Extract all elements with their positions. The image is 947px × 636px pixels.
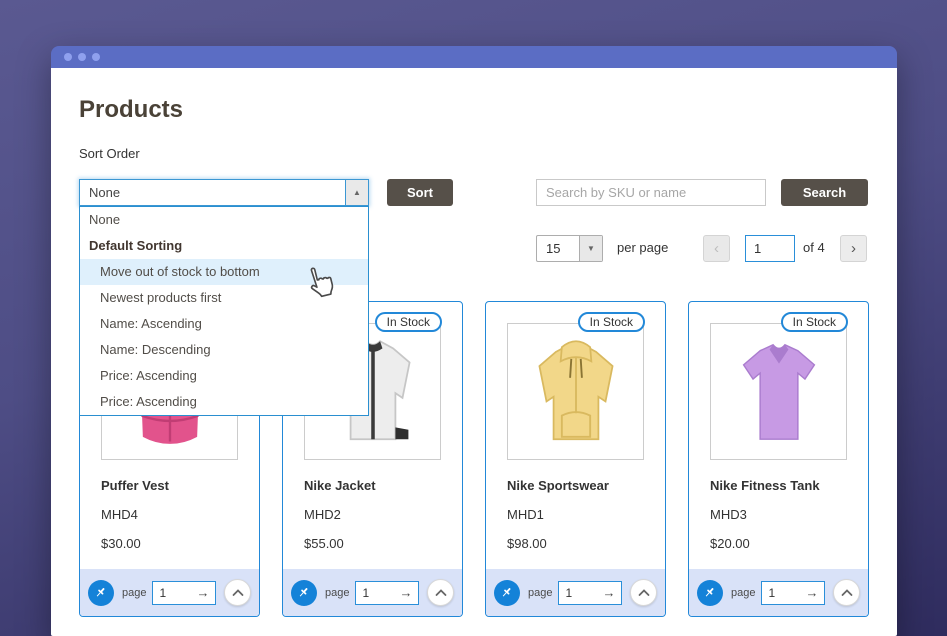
footer-page-input[interactable]: 1 → (558, 581, 622, 605)
yellow-hoodie-image (517, 333, 635, 451)
app-window: Products Sort Order None ▲ Sort Search 1… (51, 46, 897, 636)
purple-tshirt-image (720, 333, 838, 451)
product-sku: MHD1 (507, 507, 544, 522)
footer-page-value: 1 (159, 586, 166, 600)
product-image (507, 323, 644, 460)
chevron-down-icon[interactable]: ▼ (579, 236, 602, 261)
page-title: Products (79, 96, 183, 124)
go-arrow-icon[interactable]: → (196, 586, 209, 599)
chevron-up-icon (841, 589, 853, 597)
sort-option[interactable]: Name: Ascending (80, 311, 368, 337)
card-footer: page 1 → (283, 569, 462, 616)
card-footer: page 1 → (689, 569, 868, 616)
product-card: In Stock Nike Sportswear MHD1 $98.00 (485, 301, 666, 617)
status-badge: In Stock (781, 312, 848, 332)
sort-order-select[interactable]: None ▲ (79, 179, 369, 206)
sort-button[interactable]: Sort (387, 179, 453, 206)
pushpin-icon (703, 586, 717, 600)
product-price: $98.00 (507, 536, 547, 551)
per-page-label: per page (617, 240, 668, 255)
search-input[interactable] (536, 179, 766, 206)
window-control-dot[interactable] (78, 53, 86, 61)
sort-option[interactable]: Price: Ascending (80, 389, 368, 415)
per-page-value: 15 (546, 236, 560, 261)
pushpin-button[interactable] (88, 580, 114, 606)
next-page-button[interactable]: › (840, 235, 867, 262)
footer-page-label: page (122, 587, 146, 599)
footer-page-label: page (731, 587, 755, 599)
footer-page-value: 1 (565, 586, 572, 600)
window-control-dot[interactable] (92, 53, 100, 61)
page-number-input[interactable] (745, 235, 795, 262)
footer-page-input[interactable]: 1 → (355, 581, 419, 605)
product-price: $55.00 (304, 536, 344, 551)
product-sku: MHD3 (710, 507, 747, 522)
chevron-up-icon (435, 589, 447, 597)
sort-options-dropdown: None Default Sorting Move out of stock t… (79, 206, 369, 416)
sort-option[interactable]: None (80, 207, 368, 233)
total-pages-label: of 4 (803, 240, 825, 255)
go-arrow-icon[interactable]: → (805, 586, 818, 599)
product-name: Nike Jacket (304, 478, 376, 493)
card-footer: page 1 → (80, 569, 259, 616)
product-name: Puffer Vest (101, 478, 169, 493)
go-arrow-icon[interactable]: → (602, 586, 615, 599)
footer-page-label: page (325, 587, 349, 599)
product-image (710, 323, 847, 460)
footer-page-input[interactable]: 1 → (761, 581, 825, 605)
product-price: $30.00 (101, 536, 141, 551)
pushpin-icon (94, 586, 108, 600)
pushpin-button[interactable] (494, 580, 520, 606)
pushpin-icon (297, 586, 311, 600)
chevron-up-icon (638, 589, 650, 597)
page-content: Products Sort Order None ▲ Sort Search 1… (51, 68, 897, 636)
status-badge: In Stock (375, 312, 442, 332)
product-sku: MHD2 (304, 507, 341, 522)
per-page-select[interactable]: 15 ▼ (536, 235, 603, 262)
pushpin-icon (500, 586, 514, 600)
collapse-button[interactable] (224, 579, 251, 606)
product-price: $20.00 (710, 536, 750, 551)
pushpin-button[interactable] (291, 580, 317, 606)
window-titlebar (51, 46, 897, 68)
search-button[interactable]: Search (781, 179, 868, 206)
pushpin-button[interactable] (697, 580, 723, 606)
collapse-button[interactable] (833, 579, 860, 606)
window-control-dot[interactable] (64, 53, 72, 61)
chevron-up-icon (232, 589, 244, 597)
product-name: Nike Sportswear (507, 478, 609, 493)
footer-page-label: page (528, 587, 552, 599)
go-arrow-icon[interactable]: → (399, 586, 412, 599)
sort-option[interactable]: Name: Descending (80, 337, 368, 363)
footer-page-value: 1 (768, 586, 775, 600)
collapse-button[interactable] (427, 579, 454, 606)
card-footer: page 1 → (486, 569, 665, 616)
status-badge: In Stock (578, 312, 645, 332)
previous-page-button[interactable]: ‹ (703, 235, 730, 262)
product-name: Nike Fitness Tank (710, 478, 820, 493)
footer-page-input[interactable]: 1 → (152, 581, 216, 605)
sort-option-group[interactable]: Default Sorting (80, 233, 368, 259)
footer-page-value: 1 (362, 586, 369, 600)
sort-order-label: Sort Order (79, 146, 140, 161)
product-sku: MHD4 (101, 507, 138, 522)
sort-order-selected-value: None (89, 180, 120, 205)
product-card: In Stock Nike Fitness Tank MHD3 $20.00 p… (688, 301, 869, 617)
chevron-up-icon[interactable]: ▲ (345, 180, 368, 205)
sort-option[interactable]: Price: Ascending (80, 363, 368, 389)
collapse-button[interactable] (630, 579, 657, 606)
